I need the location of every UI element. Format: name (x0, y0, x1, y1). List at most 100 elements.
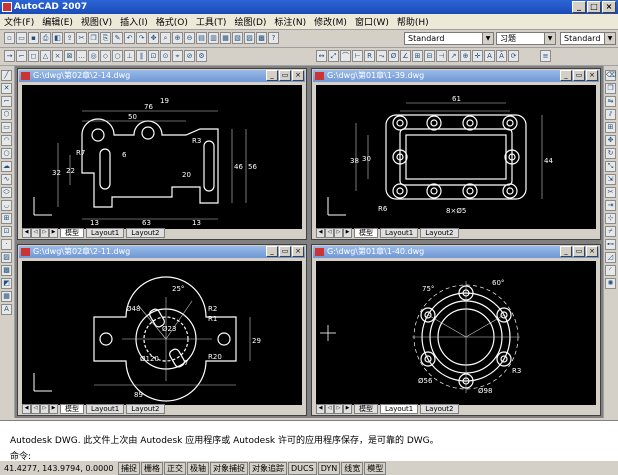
snap-nearest-icon[interactable]: ⌖ (172, 50, 183, 62)
circle-icon[interactable]: ○ (1, 148, 12, 159)
copy-object-icon[interactable]: ❐ (605, 83, 616, 94)
close-button[interactable]: × (292, 70, 304, 81)
drawing-title-bar[interactable]: G:\dwg\第01章\1-39.dwg _ ▭ × (313, 70, 599, 82)
tab-next-icon[interactable]: ▷ (334, 227, 343, 238)
minimize-button[interactable]: _ (560, 246, 572, 257)
rotate-icon[interactable]: ↻ (605, 148, 616, 159)
tab-layout1[interactable]: Layout1 (86, 403, 125, 414)
dim-style-combo[interactable]: 习题 ▼ (496, 32, 556, 45)
break-point-icon[interactable]: ⊹ (605, 213, 616, 224)
save-icon[interactable]: ▪ (28, 32, 39, 44)
trim-icon[interactable]: ✂ (605, 187, 616, 198)
tab-first-icon[interactable]: ◀ (22, 227, 31, 238)
center-mark-icon[interactable]: ✛ (472, 50, 483, 62)
snap-quadrant-icon[interactable]: ◇ (100, 50, 111, 62)
fillet-icon[interactable]: ◜ (605, 265, 616, 276)
array-icon[interactable]: ⊞ (605, 122, 616, 133)
zoom-previous-icon[interactable]: ⊖ (184, 32, 195, 44)
tab-first-icon[interactable]: ◀ (22, 403, 31, 414)
move-icon[interactable]: ✥ (605, 135, 616, 146)
extend-icon[interactable]: ⇥ (605, 200, 616, 211)
dyn-toggle[interactable]: DYN (317, 461, 341, 475)
snap-extension-icon[interactable]: … (76, 50, 87, 62)
paste-icon[interactable]: ⎘ (100, 32, 111, 44)
osnap-toggle[interactable]: 对象捕捉 (210, 461, 248, 475)
ortho-toggle[interactable]: 正交 (164, 461, 186, 475)
drawing-window[interactable]: G:\dwg\第02章\2-11.dwg _ ▭ × 25° R2 R1 Ø48… (17, 244, 307, 416)
ordinate-dim-icon[interactable]: ⊢ (352, 50, 363, 62)
command-window[interactable]: Autodesk DWG. 此文件上次由 Autodesk 应用程序或 Auto… (0, 420, 618, 462)
polar-toggle[interactable]: 极轴 (187, 461, 209, 475)
insert-block-icon[interactable]: ⊞ (1, 213, 12, 224)
drawing-window[interactable]: G:\dwg\第01章\1-40.dwg _ ▭ × 75° 60° Ø56 Ø… (311, 244, 601, 416)
mirror-icon[interactable]: ⇋ (605, 96, 616, 107)
close-button[interactable]: × (602, 1, 616, 13)
minimize-button[interactable]: _ (572, 1, 586, 13)
model-space-canvas[interactable]: 75° 60° Ø56 Ø98 R3 (316, 261, 596, 405)
tab-first-icon[interactable]: ◀ (316, 227, 325, 238)
open-icon[interactable]: ▭ (16, 32, 27, 44)
arc-icon[interactable]: ◠ (1, 135, 12, 146)
snap-intersection-icon[interactable]: × (52, 50, 63, 62)
text-style-combo[interactable]: Standard ▼ (404, 32, 494, 45)
match-icon[interactable]: ✎ (112, 32, 123, 44)
drawing-window[interactable]: G:\dwg\第01章\1-39.dwg _ ▭ × 61 30 38 44 R… (311, 68, 601, 240)
publish-icon[interactable]: ⇪ (64, 32, 75, 44)
table-style-combo[interactable]: Standard ▼ (560, 32, 616, 45)
menu-draw[interactable]: 绘图(D) (230, 15, 270, 28)
aligned-dim-icon[interactable]: ⤢ (328, 50, 339, 62)
dim-style-icon[interactable]: ≡ (540, 50, 551, 62)
tab-last-icon[interactable]: ▶ (49, 227, 58, 238)
close-button[interactable]: × (586, 246, 598, 257)
menu-format[interactable]: 格式(O) (152, 15, 192, 28)
tab-last-icon[interactable]: ▶ (343, 403, 352, 414)
drawing-title-bar[interactable]: G:\dwg\第02章\2-14.dwg _ ▭ × (19, 70, 305, 82)
menu-dimension[interactable]: 标注(N) (270, 15, 310, 28)
tab-prev-icon[interactable]: ◁ (325, 403, 334, 414)
sheetset-icon[interactable]: ▧ (232, 32, 243, 44)
minimize-button[interactable]: _ (266, 246, 278, 257)
menu-tools[interactable]: 工具(T) (192, 15, 231, 28)
polyline-icon[interactable]: ⌐ (1, 96, 12, 107)
dim-text-edit-icon[interactable]: Ā (496, 50, 507, 62)
explode-icon[interactable]: ✺ (605, 278, 616, 289)
baseline-dim-icon[interactable]: ⊟ (424, 50, 435, 62)
snap-tangent-icon[interactable]: ○ (112, 50, 123, 62)
menu-modify[interactable]: 修改(M) (310, 15, 351, 28)
break-icon[interactable]: ⌿ (605, 226, 616, 237)
toolpalette-icon[interactable]: ▦ (220, 32, 231, 44)
menu-view[interactable]: 视图(V) (77, 15, 116, 28)
calc-icon[interactable]: ▩ (256, 32, 267, 44)
model-toggle[interactable]: 模型 (364, 461, 387, 475)
chamfer-icon[interactable]: ◿ (605, 252, 616, 263)
ducs-toggle[interactable]: DUCS (288, 461, 317, 475)
coordinate-readout[interactable]: 41.4277, 143.9794, 0.0000 (0, 464, 118, 473)
hatch-icon[interactable]: ▨ (1, 252, 12, 263)
dim-update-icon[interactable]: ⟳ (508, 50, 519, 62)
copy-icon[interactable]: ❐ (88, 32, 99, 44)
undo-icon[interactable]: ↶ (124, 32, 135, 44)
polygon-icon[interactable]: ⬡ (1, 109, 12, 120)
construction-line-icon[interactable]: ✕ (1, 83, 12, 94)
tab-last-icon[interactable]: ▶ (343, 227, 352, 238)
close-button[interactable]: × (586, 70, 598, 81)
snap-node-icon[interactable]: ⊙ (160, 50, 171, 62)
tab-last-icon[interactable]: ▶ (49, 403, 58, 414)
model-space-canvas[interactable]: 25° R2 R1 Ø48 Ø120 R20 29 89 Ø23 7 (22, 261, 302, 405)
zoom-realtime-icon[interactable]: ⌕ (160, 32, 171, 44)
snap-toggle[interactable]: 捕捉 (118, 461, 140, 475)
help-icon[interactable]: ? (268, 32, 279, 44)
arc-length-icon[interactable]: ⌒ (340, 50, 351, 62)
stretch-icon[interactable]: ⇲ (605, 174, 616, 185)
tab-model[interactable]: 模型 (60, 403, 84, 414)
snap-center-icon[interactable]: ◎ (88, 50, 99, 62)
region-icon[interactable]: ◩ (1, 278, 12, 289)
ellipse-icon[interactable]: ⬭ (1, 187, 12, 198)
drawing-title-bar[interactable]: G:\dwg\第01章\1-40.dwg _ ▭ × (313, 246, 599, 258)
tab-next-icon[interactable]: ▷ (334, 403, 343, 414)
tolerance-icon[interactable]: ⊕ (460, 50, 471, 62)
gradient-icon[interactable]: ▩ (1, 265, 12, 276)
tab-next-icon[interactable]: ▷ (40, 403, 49, 414)
table-icon[interactable]: ▦ (1, 291, 12, 302)
preview-icon[interactable]: ◧ (52, 32, 63, 44)
